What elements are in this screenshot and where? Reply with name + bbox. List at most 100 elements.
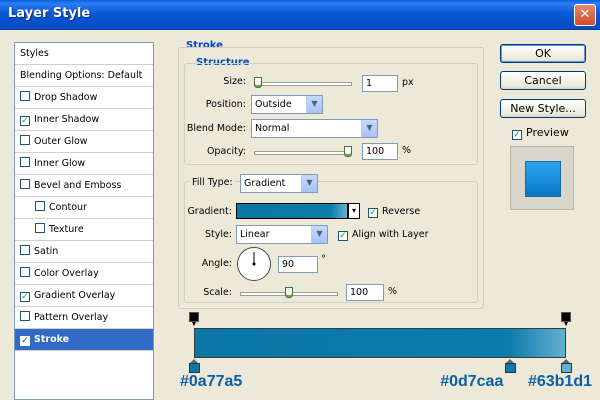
style-checkbox[interactable] — [20, 245, 30, 255]
style-checkbox[interactable] — [20, 179, 30, 189]
style-checkbox[interactable] — [35, 223, 45, 233]
size-label: Size: — [223, 76, 246, 87]
styles-list: Styles Blending Options: Default Drop Sh… — [14, 42, 154, 400]
blending-options[interactable]: Blending Options: Default — [15, 65, 153, 87]
size-unit: px — [402, 77, 414, 88]
fill-type-select[interactable]: Gradient ▼ — [240, 174, 318, 193]
size-input[interactable]: 1 — [362, 75, 398, 92]
size-slider-thumb[interactable] — [254, 77, 262, 88]
style-item-inner-shadow[interactable]: ✓ Inner Shadow — [15, 109, 153, 131]
style-checkbox[interactable] — [20, 91, 30, 101]
style-value: Linear — [240, 229, 270, 240]
opacity-stop-right[interactable] — [561, 312, 571, 326]
style-item-label: Outer Glow — [34, 136, 88, 147]
style-item-label: Inner Shadow — [34, 114, 100, 125]
style-item-inner-glow[interactable]: Inner Glow — [15, 153, 153, 175]
chevron-down-icon: ▼ — [361, 120, 377, 137]
style-item-stroke[interactable]: ✓ Stroke — [15, 329, 153, 351]
style-checkbox[interactable] — [20, 135, 30, 145]
styles-header[interactable]: Styles — [15, 43, 153, 65]
style-item-drop-shadow[interactable]: Drop Shadow — [15, 87, 153, 109]
title-bar: Layer Style ✕ — [0, 0, 600, 30]
preview-check-icon: ✓ — [512, 130, 522, 140]
style-checkbox[interactable] — [35, 201, 45, 211]
opacity-unit: % — [402, 145, 412, 156]
preview-swatch — [525, 161, 561, 197]
gradient-picker[interactable] — [236, 203, 348, 219]
style-item-texture[interactable]: Texture — [15, 219, 153, 241]
blend-mode-label: Blend Mode: — [186, 123, 246, 134]
preview-label: Preview — [526, 126, 569, 139]
style-item-label: Gradient Overlay — [34, 290, 116, 301]
opacity-label: Opacity: — [206, 146, 246, 157]
style-checkbox[interactable] — [20, 311, 30, 321]
position-label: Position: — [205, 99, 246, 110]
style-item-color-overlay[interactable]: Color Overlay — [15, 263, 153, 285]
preview-checkbox[interactable]: ✓ Preview — [512, 126, 569, 140]
blend-mode-select[interactable]: Normal ▼ — [251, 119, 378, 138]
style-checkbox[interactable]: ✓ — [20, 336, 30, 346]
gradient-picker-dropdown[interactable]: ▾ — [348, 203, 360, 219]
style-item-label: Satin — [34, 246, 59, 257]
opacity-slider-track[interactable] — [254, 151, 352, 155]
size-slider-track[interactable] — [254, 82, 352, 86]
style-select[interactable]: Linear ▼ — [236, 225, 328, 244]
position-select[interactable]: Outside ▼ — [251, 95, 323, 114]
style-item-label: Stroke — [34, 334, 70, 345]
ok-button[interactable]: OK — [500, 44, 586, 63]
style-checkbox[interactable]: ✓ — [20, 292, 30, 302]
window-title: Layer Style — [8, 6, 91, 21]
style-item-outer-glow[interactable]: Outer Glow — [15, 131, 153, 153]
align-label: Align with Layer — [352, 229, 429, 240]
style-label: Style: — [204, 229, 232, 240]
position-value: Outside — [255, 99, 292, 110]
style-item-bevel-and-emboss[interactable]: Bevel and Emboss — [15, 175, 153, 197]
blend-mode-value: Normal — [255, 123, 290, 134]
style-item-label: Texture — [49, 224, 84, 235]
style-item-label: Bevel and Emboss — [34, 180, 122, 191]
fill-frame — [184, 181, 478, 303]
cancel-button[interactable]: Cancel — [500, 71, 586, 90]
fill-type-value: Gradient — [244, 178, 286, 189]
fill-type-label: Fill Type: — [190, 177, 235, 188]
color-stop[interactable] — [189, 359, 200, 373]
scale-unit: % — [388, 286, 398, 297]
opacity-input[interactable]: 100 — [362, 143, 398, 160]
scale-slider-thumb[interactable] — [285, 287, 293, 298]
reverse-label: Reverse — [382, 206, 421, 217]
angle-dial[interactable] — [237, 247, 271, 281]
style-item-pattern-overlay[interactable]: Pattern Overlay — [15, 307, 153, 329]
style-item-satin[interactable]: Satin — [15, 241, 153, 263]
style-item-label: Contour — [49, 202, 87, 213]
close-icon: ✕ — [579, 7, 591, 22]
align-with-layer-checkbox[interactable]: ✓ Align with Layer — [338, 229, 429, 241]
gradient-label: Gradient: — [187, 206, 232, 217]
align-check-icon: ✓ — [338, 231, 348, 241]
color-stop-label: #0d7caa — [440, 373, 504, 390]
style-checkbox[interactable]: ✓ — [20, 116, 30, 126]
color-stop[interactable] — [561, 359, 572, 373]
new-style-button[interactable]: New Style... — [500, 99, 586, 118]
style-item-contour[interactable]: Contour — [15, 197, 153, 219]
reverse-check-icon: ✓ — [368, 208, 378, 218]
color-stop[interactable] — [505, 359, 517, 373]
color-stop-label: #63b1d1 — [527, 373, 592, 390]
gradient-preview-strip[interactable] — [194, 328, 566, 358]
close-button[interactable]: ✕ — [574, 4, 596, 26]
scale-label: Scale: — [203, 287, 232, 298]
style-checkbox[interactable] — [20, 157, 30, 167]
reverse-checkbox[interactable]: ✓ Reverse — [368, 206, 420, 218]
style-item-gradient-overlay[interactable]: ✓ Gradient Overlay — [15, 285, 153, 307]
opacity-stop-left[interactable] — [189, 312, 199, 326]
angle-input[interactable]: 90 — [278, 256, 318, 273]
chevron-down-icon: ▼ — [311, 226, 327, 243]
opacity-slider-thumb[interactable] — [344, 146, 352, 157]
chevron-down-icon: ▾ — [351, 206, 356, 215]
style-checkbox[interactable] — [20, 267, 30, 277]
scale-input[interactable]: 100 — [346, 284, 384, 301]
angle-label: Angle: — [201, 258, 232, 269]
color-stop-label: #0a77a5 — [180, 373, 243, 390]
style-item-label: Color Overlay — [34, 268, 99, 279]
style-item-label: Pattern Overlay — [34, 312, 109, 323]
style-item-label: Inner Glow — [34, 158, 86, 169]
